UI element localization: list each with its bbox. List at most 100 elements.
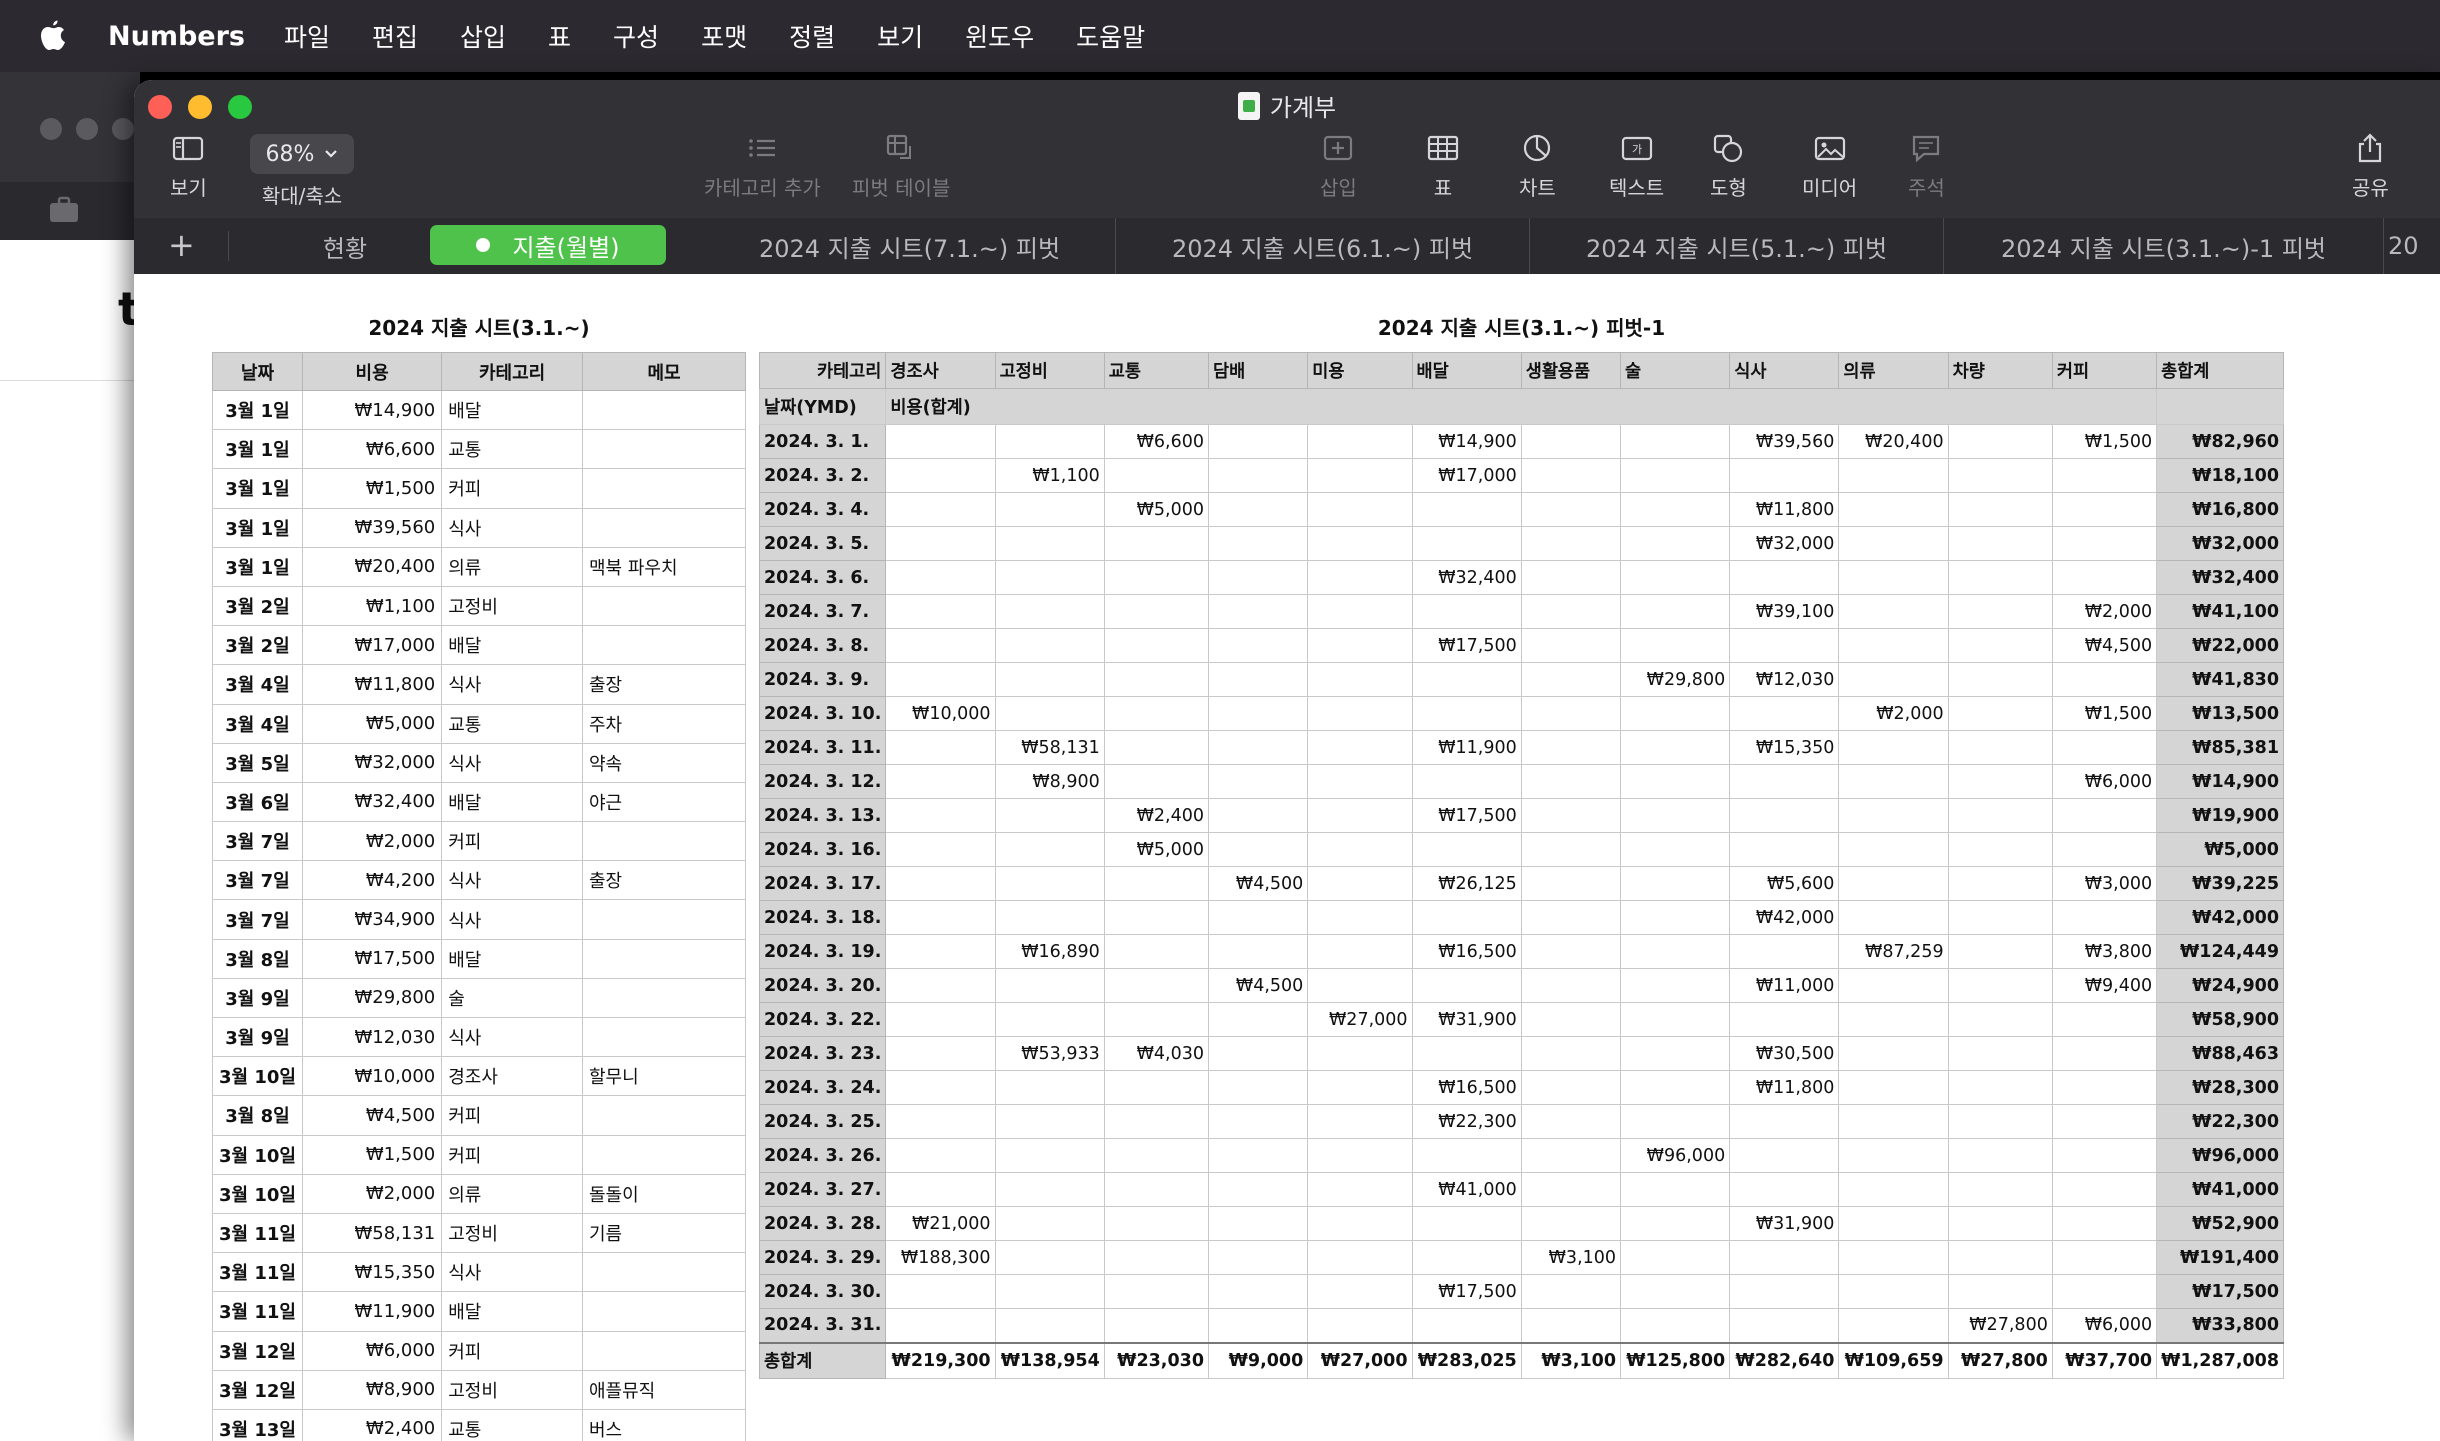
table-cell[interactable] <box>994 832 1105 867</box>
table-cell[interactable] <box>1307 764 1413 799</box>
table-cell[interactable]: 약속 <box>582 742 746 783</box>
table-cell[interactable] <box>1520 730 1622 765</box>
pivot-row-header[interactable]: 2024. 3. 13. <box>758 798 887 833</box>
table-cell[interactable]: 3월 9일 <box>212 977 303 1019</box>
pivot-column-header[interactable]: 식사 <box>1729 352 1840 389</box>
table-cell[interactable] <box>1103 594 1210 629</box>
table-cell[interactable]: 식사 <box>441 664 583 705</box>
table-cell[interactable] <box>885 526 996 561</box>
table-cell[interactable] <box>2051 832 2158 867</box>
table-cell[interactable] <box>1520 662 1622 697</box>
menu-window[interactable]: 윈도우 <box>965 18 1034 54</box>
table-cell[interactable]: ₩32,000 <box>1729 526 1840 561</box>
zoom-control[interactable]: 68% 확대/축소 <box>250 134 354 209</box>
pivot-row-header[interactable]: 2024. 3. 31. <box>758 1308 887 1343</box>
table-cell[interactable] <box>582 1095 746 1136</box>
table-cell[interactable] <box>1207 1002 1309 1037</box>
table-cell[interactable]: 애플뮤직 <box>582 1369 746 1410</box>
table-cell[interactable]: ₩17,000 <box>301 625 443 666</box>
table-cell[interactable] <box>994 900 1105 935</box>
table-cell[interactable] <box>1520 832 1622 867</box>
table-cell[interactable]: 3월 13일 <box>212 1408 303 1441</box>
table-cell[interactable]: 3월 7일 <box>212 860 303 901</box>
table-cell[interactable]: ₩6,600 <box>301 429 443 470</box>
table-cell[interactable] <box>1838 1138 1949 1173</box>
table-cell[interactable] <box>1838 1104 1949 1139</box>
table-cell[interactable] <box>1838 458 1949 493</box>
table-cell[interactable] <box>1620 526 1731 561</box>
column-header[interactable]: 비용 <box>301 352 443 391</box>
table-cell[interactable]: 식사 <box>441 899 583 940</box>
pivot-column-total[interactable]: ₩9,000 <box>1207 1341 1309 1379</box>
table-cell[interactable] <box>994 866 1105 901</box>
table-cell[interactable] <box>1620 1070 1731 1105</box>
table-cell[interactable]: 야근 <box>582 781 746 823</box>
table-cell[interactable] <box>1838 730 1949 765</box>
table-cell[interactable] <box>1103 662 1210 697</box>
pivot-column-total[interactable]: ₩282,640 <box>1729 1341 1840 1379</box>
table-cell[interactable]: ₩6,600 <box>1103 424 1210 459</box>
pivot-column-total[interactable]: ₩219,300 <box>885 1341 996 1379</box>
table-cell[interactable]: ₩29,800 <box>301 977 443 1019</box>
table-cell[interactable]: ₩17,500 <box>1411 628 1522 663</box>
table-cell[interactable] <box>1729 1172 1840 1207</box>
table-cell[interactable] <box>1838 1240 1949 1275</box>
table-cell[interactable]: ₩41,000 <box>1411 1172 1522 1207</box>
pivot-column-total[interactable]: ₩27,800 <box>1947 1341 2053 1379</box>
tab-monthly-expense[interactable]: 지출(월별) <box>430 225 666 265</box>
media-button[interactable]: 미디어 <box>1802 132 1857 201</box>
table-cell[interactable] <box>1307 1240 1413 1275</box>
table-button[interactable]: 표 <box>1426 132 1460 201</box>
table-cell[interactable]: ₩4,500 <box>1207 968 1309 1003</box>
table-cell[interactable] <box>1207 560 1309 595</box>
table-cell[interactable] <box>2051 1070 2158 1105</box>
table-cell[interactable]: 고정비 <box>441 585 583 627</box>
table-cell[interactable] <box>1947 1070 2053 1105</box>
table-cell[interactable] <box>1103 1240 1210 1275</box>
table-cell[interactable] <box>1520 526 1622 561</box>
pivot-row-header[interactable]: 2024. 3. 6. <box>758 560 887 595</box>
table-cell[interactable]: ₩5,000 <box>301 703 443 744</box>
pivot-column-header[interactable]: 술 <box>1620 352 1731 389</box>
table-cell[interactable] <box>1307 662 1413 697</box>
table-cell[interactable]: ₩6,000 <box>2051 1308 2158 1343</box>
table-cell[interactable]: 할무니 <box>582 1056 746 1097</box>
table-cell[interactable] <box>1838 594 1949 629</box>
pivot-column-header[interactable]: 미용 <box>1307 352 1413 389</box>
pivot-row-header[interactable]: 2024. 3. 28. <box>758 1206 887 1241</box>
background-zoom-button[interactable] <box>112 118 134 140</box>
pivot-row-total[interactable]: ₩5,000 <box>2156 832 2284 867</box>
pivot-corner-header[interactable]: 카테고리 <box>758 352 887 389</box>
table-cell[interactable] <box>1729 458 1840 493</box>
table-cell[interactable] <box>1207 594 1309 629</box>
table-cell[interactable]: ₩1,500 <box>2051 424 2158 459</box>
menu-file[interactable]: 파일 <box>284 18 330 54</box>
tab-overview[interactable]: 현황 <box>229 218 461 274</box>
table-cell[interactable] <box>1103 696 1210 731</box>
table-cell[interactable] <box>1103 1274 1210 1309</box>
pivot-row-total[interactable]: ₩32,000 <box>2156 526 2284 561</box>
table-cell[interactable]: ₩16,890 <box>994 934 1105 969</box>
table-cell[interactable]: ₩5,000 <box>1103 832 1210 867</box>
table-cell[interactable] <box>1838 1308 1949 1343</box>
table-cell[interactable]: 식사 <box>441 742 583 783</box>
table-cell[interactable] <box>885 560 996 595</box>
pivot-row-total[interactable]: ₩14,900 <box>2156 764 2284 799</box>
menu-insert[interactable]: 삽입 <box>460 18 506 54</box>
pivot-row-total[interactable]: ₩42,000 <box>2156 900 2284 935</box>
table-cell[interactable] <box>1838 1274 1949 1309</box>
table-cell[interactable] <box>1307 730 1413 765</box>
pivot-row-total[interactable]: ₩32,400 <box>2156 560 2284 595</box>
table-cell[interactable]: ₩39,560 <box>301 507 443 548</box>
pivot-row-header[interactable]: 2024. 3. 1. <box>758 424 887 459</box>
table-cell[interactable] <box>1207 526 1309 561</box>
table-cell[interactable] <box>1947 662 2053 697</box>
table-cell[interactable] <box>2051 730 2158 765</box>
table-cell[interactable] <box>1411 900 1522 935</box>
table-cell[interactable] <box>582 507 746 548</box>
pivot-column-total[interactable]: ₩37,700 <box>2051 1341 2158 1379</box>
table-cell[interactable]: ₩14,900 <box>1411 424 1522 459</box>
table-cell[interactable] <box>1838 1036 1949 1071</box>
table-cell[interactable] <box>1729 934 1840 969</box>
table-cell[interactable] <box>885 1104 996 1139</box>
